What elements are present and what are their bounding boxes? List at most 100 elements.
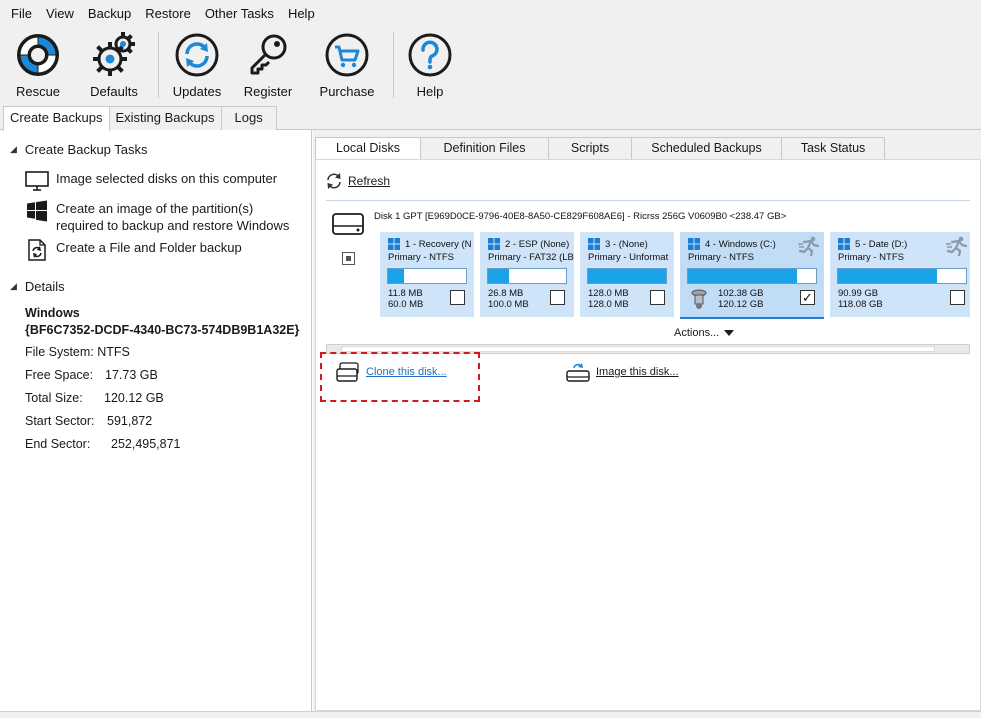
- partition-2-checkbox[interactable]: [550, 290, 565, 305]
- defaults-button[interactable]: Defaults: [76, 26, 152, 106]
- partition-2[interactable]: 2 - ESP (None) Primary - FAT32 (LB 26.8 …: [480, 232, 574, 317]
- partition-total: 60.0 MB: [388, 298, 424, 310]
- free-space-value: 17.73 GB: [105, 368, 158, 382]
- task-file-folder-backup[interactable]: Create a File and Folder backup: [25, 239, 242, 261]
- actions-label: Actions...: [674, 327, 720, 339]
- image-disk-icon: [566, 363, 590, 382]
- partition-2-usage-bar: [487, 268, 567, 284]
- partition-total: 100.0 MB: [488, 298, 529, 310]
- tab-scripts[interactable]: Scripts: [548, 137, 632, 159]
- task-image-selected-disks[interactable]: Image selected disks on this computer: [25, 170, 277, 192]
- partition-5-checkbox[interactable]: [950, 290, 965, 305]
- tab-local-disks[interactable]: Local Disks: [315, 137, 421, 159]
- partition-4-sizes: 102.38 GB 120.12 GB: [718, 288, 764, 310]
- task-line: Create an image of the partition(s): [56, 201, 254, 216]
- image-disk-link[interactable]: Image this disk...: [566, 362, 679, 382]
- menu-view[interactable]: View: [39, 6, 81, 21]
- partition-used: 26.8 MB: [488, 288, 524, 299]
- partition-total: 118.08 GB: [838, 298, 883, 310]
- details-start-sector: Start Sector: 591,872: [25, 414, 152, 428]
- refresh-label: Refresh: [348, 174, 391, 188]
- updates-button[interactable]: Updates: [165, 26, 229, 106]
- refresh-button[interactable]: Refresh: [325, 172, 390, 190]
- details-total-size: Total Size: 120.12 GB: [25, 391, 164, 405]
- clone-disk-link[interactable]: Clone this disk...: [336, 362, 447, 382]
- partition-4-checkbox[interactable]: ✓: [800, 290, 815, 305]
- key-icon: [245, 32, 291, 78]
- help-icon: [407, 32, 453, 78]
- details-file-system: File System: NTFS: [25, 345, 130, 359]
- tab-scheduled-backups[interactable]: Scheduled Backups: [631, 137, 782, 159]
- partition-5-usage-bar: [837, 268, 967, 284]
- partition-5-name: 5 - Date (D:): [838, 238, 938, 250]
- register-label: Register: [243, 84, 293, 99]
- partition-guid: {BF6C7352-DCDF-4340-BC73-574DB9B1A32E}: [25, 323, 300, 337]
- purchase-label: Purchase: [319, 84, 375, 99]
- details-partition-guid: {BF6C7352-DCDF-4340-BC73-574DB9B1A32E}: [25, 323, 299, 337]
- rescue-button[interactable]: Rescue: [0, 26, 76, 106]
- partition-usage-fill: [838, 269, 937, 283]
- partition-label: 3 - (None): [605, 238, 648, 250]
- partition-3-type: Primary - Unformat: [588, 252, 669, 263]
- details-header[interactable]: ◢ Details: [10, 279, 65, 294]
- end-sector-label: End Sector:: [25, 437, 91, 451]
- menu-backup[interactable]: Backup: [81, 6, 138, 21]
- partition-label: 1 - Recovery (N: [405, 238, 472, 250]
- disk-1-checkbox[interactable]: [342, 252, 355, 265]
- create-backup-tasks-header[interactable]: ◢ Create Backup Tasks: [10, 142, 148, 157]
- partition-2-type: Primary - FAT32 (LB: [488, 252, 574, 263]
- refresh-icon: [327, 173, 341, 189]
- register-button[interactable]: Register: [229, 26, 307, 106]
- free-space-label: Free Space:: [25, 368, 94, 382]
- tab-logs[interactable]: Logs: [220, 106, 277, 130]
- tab-create-backups[interactable]: Create Backups: [3, 106, 110, 131]
- windows-logo-icon: [588, 238, 600, 250]
- start-sector-label: Start Sector:: [25, 414, 95, 428]
- partition-4-name: 4 - Windows (C:): [688, 238, 788, 250]
- left-panel: ◢ Create Backup Tasks Image selected dis…: [0, 130, 312, 718]
- windows-logo-icon: [488, 238, 500, 250]
- purchase-button[interactable]: Purchase: [307, 26, 387, 106]
- help-button[interactable]: Help: [400, 26, 460, 106]
- task-file-folder-backup-label: Create a File and Folder backup: [56, 240, 242, 255]
- partition-1[interactable]: 1 - Recovery (N Primary - NTFS 11.8 MB 6…: [380, 232, 474, 317]
- image-disk-label: Image this disk...: [596, 366, 679, 378]
- menu-help[interactable]: Help: [281, 6, 322, 21]
- local-disks-content: Refresh Disk 1 GPT [E969D0CE-9796-40E8-8…: [315, 159, 981, 711]
- partition-3[interactable]: 3 - (None) Primary - Unformat 128.0 MB 1…: [580, 232, 674, 317]
- partition-5[interactable]: 5 - Date (D:) Primary - NTFS 90.99 GB 11…: [830, 232, 970, 317]
- details-partition-name: Windows: [25, 306, 80, 320]
- clone-disk-icon: [336, 362, 359, 382]
- monitor-icon: [25, 170, 49, 192]
- menu-other-tasks[interactable]: Other Tasks: [198, 6, 281, 21]
- clone-disk-label: Clone this disk...: [366, 366, 447, 378]
- windows-logo-icon: [25, 200, 49, 222]
- partition-label: 2 - ESP (None): [505, 238, 570, 250]
- main-tabs: Create Backups Existing Backups Logs: [0, 106, 981, 131]
- windows-logo-icon: [838, 238, 850, 250]
- updates-label: Updates: [172, 84, 222, 99]
- disk-1-panel: Disk 1 GPT [E969D0CE-9796-40E8-8A50-CE82…: [326, 200, 970, 348]
- partition-used: 11.8 MB: [388, 288, 423, 299]
- partition-5-sizes: 90.99 GB 118.08 GB: [838, 288, 883, 310]
- toolbar: Rescue Defaults Updates Register Purchas…: [0, 26, 981, 106]
- total-size-label: Total Size:: [25, 391, 83, 405]
- partition-1-checkbox[interactable]: [450, 290, 465, 305]
- partition-1-sizes: 11.8 MB 60.0 MB: [388, 288, 424, 310]
- partition-4[interactable]: 4 - Windows (C:) Primary - NTFS 102.38 G…: [680, 232, 824, 319]
- partition-total: 120.12 GB: [718, 298, 764, 310]
- check-mark-icon: ✓: [802, 290, 813, 305]
- menu-file[interactable]: File: [4, 6, 39, 21]
- task-image-selected-disks-label: Image selected disks on this computer: [56, 171, 278, 186]
- tab-task-status[interactable]: Task Status: [781, 137, 885, 159]
- actions-dropdown[interactable]: Actions...: [674, 327, 735, 339]
- partition-2-name: 2 - ESP (None): [488, 238, 576, 250]
- tab-definition-files[interactable]: Definition Files: [420, 137, 549, 159]
- menu-restore[interactable]: Restore: [138, 6, 198, 21]
- tab-existing-backups[interactable]: Existing Backups: [108, 106, 222, 130]
- task-image-windows-partitions[interactable]: Create an image of the partition(s) requ…: [25, 200, 289, 234]
- details-label: Details: [24, 279, 65, 294]
- partition-3-checkbox[interactable]: [650, 290, 665, 305]
- lifebuoy-icon: [15, 32, 61, 78]
- partition-usage-fill: [388, 269, 404, 283]
